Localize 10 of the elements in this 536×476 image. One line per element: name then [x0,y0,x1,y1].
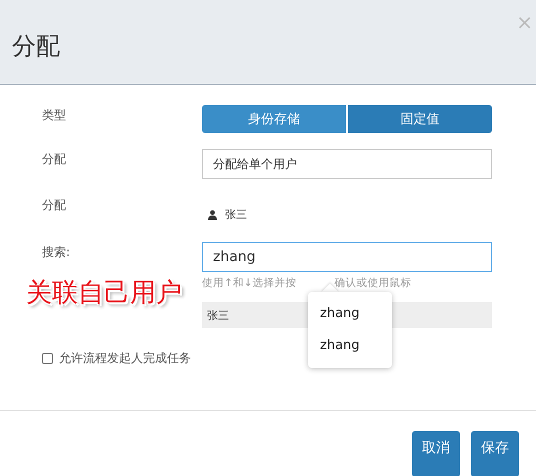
hint-text: 确认或使用鼠标 [334,276,412,291]
field-label: 分配 [41,151,67,168]
checkbox-label: 允许流程发起人完成任务 [59,350,191,367]
field-label: 分配 [41,197,67,214]
field-label: 搜索: [41,244,72,261]
hint-text: 使用↑和↓选择并按 [202,276,297,291]
assignee-name: 张三 [225,207,247,222]
field-label: 类型 [41,107,67,124]
annotation-text: 关联自己用户 [26,277,182,310]
dialog-title: 分配 [12,31,60,62]
